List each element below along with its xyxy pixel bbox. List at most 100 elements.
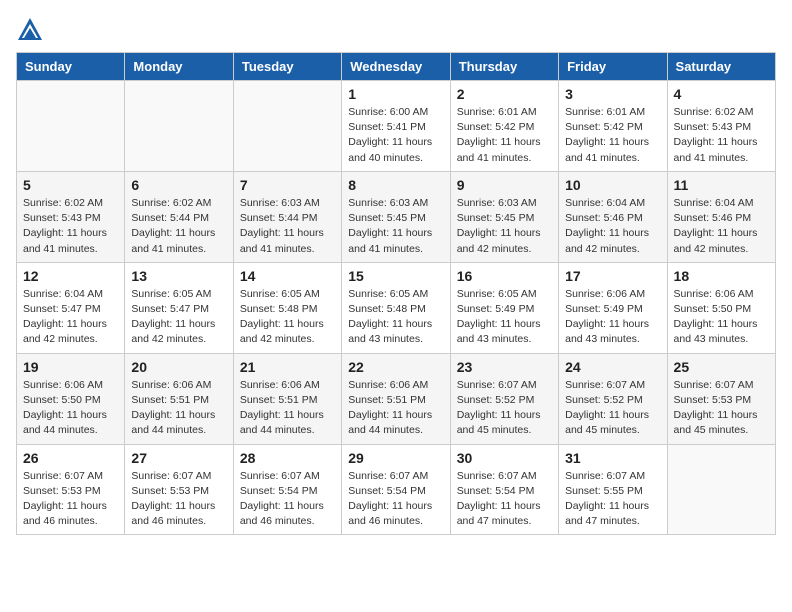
day-number: 19: [23, 359, 118, 375]
day-number: 18: [674, 268, 769, 284]
calendar-table: SundayMondayTuesdayWednesdayThursdayFrid…: [16, 52, 776, 535]
weekday-header-saturday: Saturday: [667, 53, 775, 81]
day-number: 22: [348, 359, 443, 375]
calendar-cell: 11Sunrise: 6:04 AMSunset: 5:46 PMDayligh…: [667, 171, 775, 262]
day-info: Sunrise: 6:04 AMSunset: 5:47 PMDaylight:…: [23, 287, 118, 348]
day-info: Sunrise: 6:07 AMSunset: 5:55 PMDaylight:…: [565, 469, 660, 530]
logo-icon: [16, 16, 44, 44]
calendar-week-row: 1 Sunrise: 6:00 AMSunset: 5:41 PMDaylight…: [17, 81, 776, 172]
calendar-cell: 3 Sunrise: 6:01 AMSunset: 5:42 PMDaylight…: [559, 81, 667, 172]
calendar-week-row: 26Sunrise: 6:07 AMSunset: 5:53 PMDayligh…: [17, 444, 776, 535]
day-info: Sunrise: 6:07 AMSunset: 5:54 PMDaylight:…: [457, 469, 552, 530]
day-info: Sunrise: 6:06 AMSunset: 5:51 PMDaylight:…: [348, 378, 443, 439]
calendar-cell: [17, 81, 125, 172]
day-number: 11: [674, 177, 769, 193]
day-info: Sunrise: 6:03 AMSunset: 5:45 PMDaylight:…: [457, 196, 552, 257]
day-info: Sunrise: 6:03 AMSunset: 5:44 PMDaylight:…: [240, 196, 335, 257]
day-number: 13: [131, 268, 226, 284]
calendar-cell: 31 Sunrise: 6:07 AMSunset: 5:55 PMDayligh…: [559, 444, 667, 535]
day-info: Sunrise: 6:01 AMSunset: 5:42 PMDaylight:…: [457, 105, 552, 166]
calendar-cell: 24Sunrise: 6:07 AMSunset: 5:52 PMDayligh…: [559, 353, 667, 444]
day-number: 28: [240, 450, 335, 466]
day-number: 15: [348, 268, 443, 284]
day-info: Sunrise: 6:06 AMSunset: 5:50 PMDaylight:…: [23, 378, 118, 439]
calendar-cell: 9 Sunrise: 6:03 AMSunset: 5:45 PMDaylight…: [450, 171, 558, 262]
calendar-cell: 5 Sunrise: 6:02 AMSunset: 5:43 PMDaylight…: [17, 171, 125, 262]
calendar-cell: 21 Sunrise: 6:06 AMSunset: 5:51 PMDayligh…: [233, 353, 341, 444]
calendar-cell: 16 Sunrise: 6:05 AMSunset: 5:49 PMDayligh…: [450, 262, 558, 353]
calendar-cell: [233, 81, 341, 172]
day-info: Sunrise: 6:03 AMSunset: 5:45 PMDaylight:…: [348, 196, 443, 257]
day-number: 16: [457, 268, 552, 284]
weekday-header-sunday: Sunday: [17, 53, 125, 81]
calendar-cell: 23 Sunrise: 6:07 AMSunset: 5:52 PMDayligh…: [450, 353, 558, 444]
logo: [16, 16, 48, 44]
calendar-cell: 10Sunrise: 6:04 AMSunset: 5:46 PMDayligh…: [559, 171, 667, 262]
day-info: Sunrise: 6:05 AMSunset: 5:47 PMDaylight:…: [131, 287, 226, 348]
day-number: 9: [457, 177, 552, 193]
calendar-cell: 22 Sunrise: 6:06 AMSunset: 5:51 PMDayligh…: [342, 353, 450, 444]
day-number: 17: [565, 268, 660, 284]
day-number: 21: [240, 359, 335, 375]
calendar-cell: 26Sunrise: 6:07 AMSunset: 5:53 PMDayligh…: [17, 444, 125, 535]
weekday-header-row: SundayMondayTuesdayWednesdayThursdayFrid…: [17, 53, 776, 81]
day-info: Sunrise: 6:02 AMSunset: 5:44 PMDaylight:…: [131, 196, 226, 257]
calendar-week-row: 12 Sunrise: 6:04 AMSunset: 5:47 PMDayligh…: [17, 262, 776, 353]
day-info: Sunrise: 6:00 AMSunset: 5:41 PMDaylight:…: [348, 105, 443, 166]
calendar-cell: 20Sunrise: 6:06 AMSunset: 5:51 PMDayligh…: [125, 353, 233, 444]
day-number: 3: [565, 86, 660, 102]
calendar-cell: 29Sunrise: 6:07 AMSunset: 5:54 PMDayligh…: [342, 444, 450, 535]
calendar-cell: 18 Sunrise: 6:06 AMSunset: 5:50 PMDayligh…: [667, 262, 775, 353]
calendar-cell: 14 Sunrise: 6:05 AMSunset: 5:48 PMDayligh…: [233, 262, 341, 353]
day-number: 7: [240, 177, 335, 193]
calendar-cell: 15 Sunrise: 6:05 AMSunset: 5:48 PMDayligh…: [342, 262, 450, 353]
day-number: 23: [457, 359, 552, 375]
calendar-cell: 12 Sunrise: 6:04 AMSunset: 5:47 PMDayligh…: [17, 262, 125, 353]
calendar-cell: 27 Sunrise: 6:07 AMSunset: 5:53 PMDayligh…: [125, 444, 233, 535]
weekday-header-thursday: Thursday: [450, 53, 558, 81]
day-number: 24: [565, 359, 660, 375]
day-info: Sunrise: 6:06 AMSunset: 5:49 PMDaylight:…: [565, 287, 660, 348]
day-number: 5: [23, 177, 118, 193]
day-info: Sunrise: 6:07 AMSunset: 5:53 PMDaylight:…: [131, 469, 226, 530]
day-number: 25: [674, 359, 769, 375]
day-info: Sunrise: 6:01 AMSunset: 5:42 PMDaylight:…: [565, 105, 660, 166]
day-number: 12: [23, 268, 118, 284]
weekday-header-tuesday: Tuesday: [233, 53, 341, 81]
day-info: Sunrise: 6:06 AMSunset: 5:51 PMDaylight:…: [240, 378, 335, 439]
day-number: 6: [131, 177, 226, 193]
page-header: [16, 16, 776, 44]
calendar-cell: 28 Sunrise: 6:07 AMSunset: 5:54 PMDayligh…: [233, 444, 341, 535]
day-info: Sunrise: 6:05 AMSunset: 5:48 PMDaylight:…: [348, 287, 443, 348]
day-number: 2: [457, 86, 552, 102]
day-number: 31: [565, 450, 660, 466]
calendar-cell: 4Sunrise: 6:02 AMSunset: 5:43 PMDaylight…: [667, 81, 775, 172]
calendar-cell: 7 Sunrise: 6:03 AMSunset: 5:44 PMDaylight…: [233, 171, 341, 262]
day-info: Sunrise: 6:07 AMSunset: 5:54 PMDaylight:…: [240, 469, 335, 530]
day-number: 30: [457, 450, 552, 466]
day-number: 20: [131, 359, 226, 375]
day-number: 27: [131, 450, 226, 466]
calendar-cell: 2 Sunrise: 6:01 AMSunset: 5:42 PMDaylight…: [450, 81, 558, 172]
calendar-cell: 17 Sunrise: 6:06 AMSunset: 5:49 PMDayligh…: [559, 262, 667, 353]
calendar-week-row: 19 Sunrise: 6:06 AMSunset: 5:50 PMDayligh…: [17, 353, 776, 444]
day-info: Sunrise: 6:07 AMSunset: 5:52 PMDaylight:…: [457, 378, 552, 439]
day-info: Sunrise: 6:05 AMSunset: 5:49 PMDaylight:…: [457, 287, 552, 348]
calendar-cell: 13 Sunrise: 6:05 AMSunset: 5:47 PMDayligh…: [125, 262, 233, 353]
day-number: 1: [348, 86, 443, 102]
day-info: Sunrise: 6:06 AMSunset: 5:50 PMDaylight:…: [674, 287, 769, 348]
calendar-cell: [125, 81, 233, 172]
weekday-header-friday: Friday: [559, 53, 667, 81]
calendar-cell: 6 Sunrise: 6:02 AMSunset: 5:44 PMDaylight…: [125, 171, 233, 262]
day-number: 14: [240, 268, 335, 284]
calendar-cell: 25 Sunrise: 6:07 AMSunset: 5:53 PMDayligh…: [667, 353, 775, 444]
day-info: Sunrise: 6:07 AMSunset: 5:54 PMDaylight:…: [348, 469, 443, 530]
day-info: Sunrise: 6:05 AMSunset: 5:48 PMDaylight:…: [240, 287, 335, 348]
calendar-cell: 1 Sunrise: 6:00 AMSunset: 5:41 PMDaylight…: [342, 81, 450, 172]
day-info: Sunrise: 6:07 AMSunset: 5:53 PMDaylight:…: [674, 378, 769, 439]
calendar-cell: 19 Sunrise: 6:06 AMSunset: 5:50 PMDayligh…: [17, 353, 125, 444]
day-number: 4: [674, 86, 769, 102]
day-number: 8: [348, 177, 443, 193]
day-info: Sunrise: 6:07 AMSunset: 5:53 PMDaylight:…: [23, 469, 118, 530]
day-info: Sunrise: 6:02 AMSunset: 5:43 PMDaylight:…: [23, 196, 118, 257]
